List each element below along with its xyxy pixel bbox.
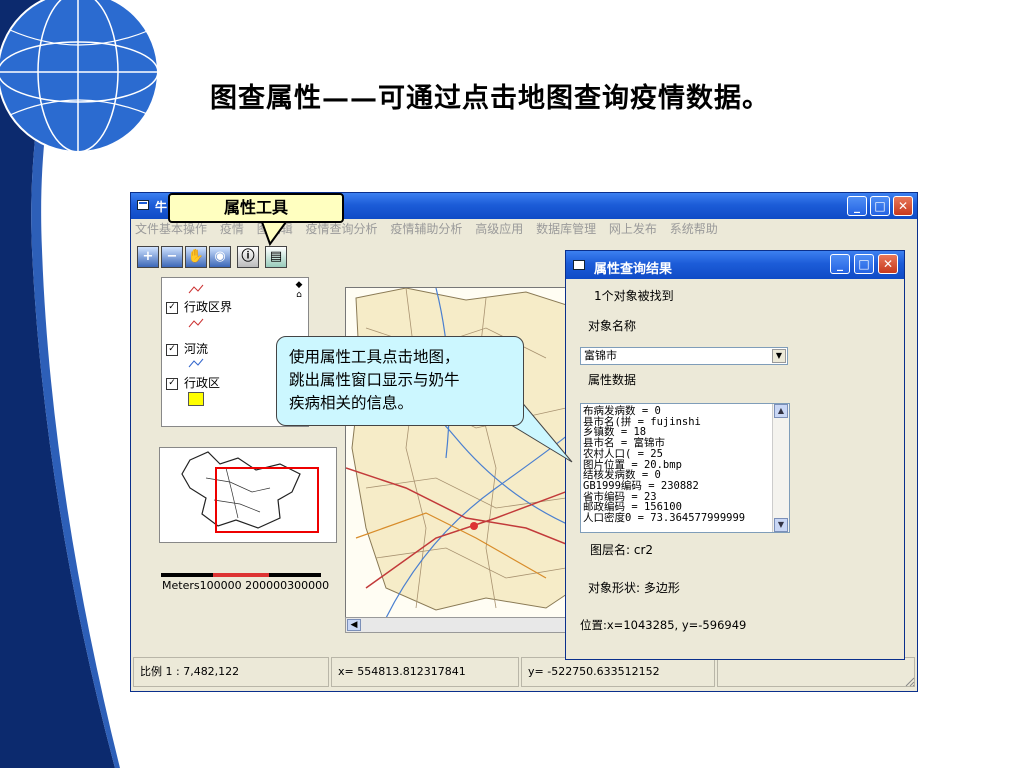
status-y-coordinate: y= -522750.633512152 (521, 657, 715, 687)
result-window-title: 属性查询结果 (594, 262, 673, 277)
found-count: 1个对象被找到 (594, 289, 674, 303)
overview-map[interactable] (159, 447, 337, 543)
maximize-button[interactable]: □ (854, 254, 874, 274)
checkbox[interactable]: ✓ (166, 343, 178, 356)
menu-advanced[interactable]: 高级应用 (475, 222, 523, 236)
status-empty (717, 657, 915, 687)
selected-object-name: 富锦市 (584, 349, 617, 362)
window-icon (137, 200, 149, 210)
object-name-label: 对象名称 (588, 319, 637, 333)
region-fill-swatch (188, 392, 204, 406)
full-extent-icon[interactable]: ◉ (209, 246, 231, 268)
legend-label: 行政区界 (184, 300, 233, 314)
attribute-list[interactable]: 布病发病数 = 0 县市名(拼 = fujinshi 乡镇数 = 18 县市名 … (580, 403, 790, 533)
zoom-in-icon[interactable]: + (137, 246, 159, 268)
scale-bar (161, 573, 321, 577)
callout-line: 疾病相关的信息。 (289, 394, 414, 412)
legend-item-boundary[interactable]: ✓ 行政区界 (166, 298, 232, 315)
scroll-down-icon[interactable]: ▼ (774, 518, 788, 532)
attribute-tool-icon[interactable]: ⓘ (237, 246, 259, 268)
info-callout: 使用属性工具点击地图， 跳出属性窗口显示与奶牛 疾病相关的信息。 (276, 336, 524, 426)
close-button[interactable]: ✕ (878, 254, 898, 274)
line-symbol-icon (188, 284, 204, 294)
resize-grip-icon[interactable] (903, 675, 915, 687)
legend-item-river[interactable]: ✓ 河流 (166, 340, 208, 357)
checkbox[interactable]: ✓ (166, 301, 178, 314)
layer-name: 图层名: cr2 (590, 543, 654, 557)
legend-item-region[interactable]: ✓ 行政区 (166, 374, 220, 391)
result-titlebar[interactable]: 属性查询结果 _ □ ✕ (566, 251, 904, 279)
menu-file[interactable]: 文件基本操作 (135, 222, 207, 236)
globe-decoration (0, 0, 159, 153)
attribute-tool-callout: 属性工具 (168, 193, 344, 223)
maximize-button[interactable]: □ (870, 196, 890, 216)
menu-epidemic[interactable]: 疫情 (220, 222, 244, 236)
zoom-out-icon[interactable]: − (161, 246, 183, 268)
legend-label: 河流 (184, 342, 209, 356)
minimize-button[interactable]: _ (847, 196, 867, 216)
close-button[interactable]: ✕ (893, 196, 913, 216)
object-name-select[interactable]: 富锦市 ▼ (580, 347, 788, 365)
attribute-row: 人口密度0 = 73.364577999999 (583, 512, 746, 525)
overview-province-outline (181, 451, 319, 533)
attribute-row: 农村人口( = 25 (583, 447, 663, 460)
callout-line: 跳出属性窗口显示与奶牛 (289, 371, 460, 389)
scale-label: Meters100000 200000300000 (162, 579, 330, 592)
menu-aux-analysis[interactable]: 疫情辅助分析 (390, 222, 462, 236)
callout-line: 使用属性工具点击地图， (289, 348, 460, 366)
map-horizontal-scrollbar[interactable]: ◀ (345, 617, 575, 633)
object-shape: 对象形状: 多边形 (588, 581, 680, 595)
status-scale: 比例 1 : 7,482,122 (133, 657, 329, 687)
menu-web-publish[interactable]: 网上发布 (609, 222, 657, 236)
chevron-down-icon[interactable]: ▼ (772, 349, 786, 363)
status-x-coordinate: x= 554813.812317841 (331, 657, 519, 687)
scroll-up-icon[interactable]: ▲ (774, 404, 788, 418)
attribute-data-label: 属性数据 (588, 373, 637, 387)
attribute-result-window: 属性查询结果 _ □ ✕ 1个对象被找到 对象名称 富锦市 ▼ 属性数据 布病发… (565, 250, 905, 660)
legend-label: 行政区 (184, 376, 221, 390)
menu-query-analysis[interactable]: 疫情查询分析 (306, 222, 378, 236)
attribute-lines: 布病发病数 = 0 县市名(拼 = fujinshi 乡镇数 = 18 县市名 … (583, 406, 771, 524)
attribute-vertical-scrollbar[interactable]: ▲ ▼ (772, 404, 789, 532)
object-position: 位置:x=1043285, y=-596949 (580, 618, 747, 632)
menu-help[interactable]: 系统帮助 (670, 222, 718, 236)
boundary-symbol-icon (188, 318, 204, 328)
river-symbol-icon (188, 358, 204, 368)
statusbar: 比例 1 : 7,482,122 x= 554813.812317841 y= … (131, 655, 917, 689)
print-icon[interactable]: ▤ (265, 246, 287, 268)
pan-hand-icon[interactable]: ✋ (185, 246, 207, 268)
menu-map-edit[interactable]: 图编辑 (257, 222, 293, 236)
slide-title: 图查属性——可通过点击地图查询疫情数据。 (210, 83, 770, 114)
main-window-title: 牛 (155, 200, 168, 214)
scroll-left-icon[interactable]: ◀ (347, 619, 361, 631)
legend-scroll-arrows[interactable]: ◆ ⌂ (292, 280, 306, 300)
checkbox[interactable]: ✓ (166, 377, 178, 390)
menu-database[interactable]: 数据库管理 (536, 222, 596, 236)
window-icon (573, 260, 585, 270)
minimize-button[interactable]: _ (830, 254, 850, 274)
